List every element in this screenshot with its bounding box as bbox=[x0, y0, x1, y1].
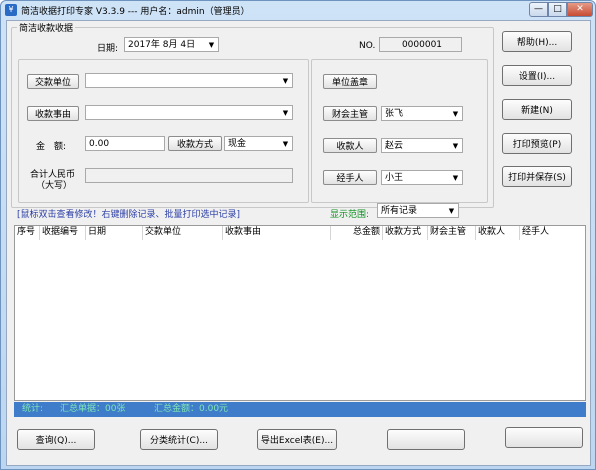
close-button[interactable]: ✕ bbox=[567, 2, 593, 17]
amount-label: 金 额: bbox=[36, 142, 67, 152]
minimize-button[interactable]: — bbox=[529, 2, 548, 17]
query-button[interactable]: 查询(Q)... bbox=[17, 429, 95, 450]
display-range-combo[interactable]: 所有记录 ▼ bbox=[377, 203, 459, 218]
display-range-value: 所有记录 bbox=[381, 206, 418, 216]
usage-hint: [鼠标双击查看修改！右键删除记录、批量打印选中记录] bbox=[17, 210, 241, 220]
chevron-down-icon[interactable]: ▼ bbox=[450, 172, 461, 184]
receipt-no-field: 0000001 bbox=[379, 37, 462, 52]
column-header[interactable]: 收据编号 bbox=[40, 226, 86, 240]
receipt-group-title: 简洁收款收据 bbox=[17, 21, 76, 34]
window-title: 简洁收据打印专家 V3.3.9 --- 用户名：admin（管理员） bbox=[21, 7, 250, 17]
receipt-no-label: NO. bbox=[359, 41, 376, 51]
chevron-down-icon[interactable]: ▼ bbox=[280, 75, 291, 87]
chevron-down-icon[interactable]: ▼ bbox=[280, 107, 291, 119]
amount-sum-summary: 汇总金额：0.00元 bbox=[154, 404, 229, 414]
column-header[interactable]: 财会主管 bbox=[428, 226, 476, 240]
payee-value: 赵云 bbox=[385, 141, 404, 151]
print-and-save-button[interactable]: 打印并保存(S) bbox=[502, 166, 572, 187]
reason-button[interactable]: 收款事由 bbox=[27, 106, 79, 121]
client-area: 简洁收款收据 日期: 2017年 8月 4日 ▼ NO. 0000001 交款单… bbox=[6, 20, 591, 466]
column-header[interactable]: 收款人 bbox=[476, 226, 520, 240]
stats-label: 统计: bbox=[22, 404, 44, 414]
payment-method-value: 现金 bbox=[228, 139, 247, 149]
chevron-down-icon[interactable]: ▼ bbox=[206, 39, 217, 51]
date-label: 日期: bbox=[97, 44, 119, 54]
obscured-button[interactable] bbox=[505, 427, 583, 448]
receipt-groupbox: 简洁收款收据 日期: 2017年 8月 4日 ▼ NO. 0000001 交款单… bbox=[11, 21, 494, 208]
amount-input[interactable]: 0.00 bbox=[85, 136, 165, 151]
payer-combo[interactable]: ▼ bbox=[85, 73, 293, 88]
payment-method-button[interactable]: 收款方式 bbox=[168, 136, 222, 151]
new-button[interactable]: 新建(N) bbox=[502, 99, 572, 120]
title-bar[interactable]: ¥ 简洁收据打印专家 V3.3.9 --- 用户名：admin（管理员） — □… bbox=[1, 1, 595, 19]
column-header[interactable]: 总金额 bbox=[331, 226, 383, 240]
chevron-down-icon[interactable]: ▼ bbox=[450, 140, 461, 152]
date-picker[interactable]: 2017年 8月 4日 ▼ bbox=[124, 37, 219, 52]
maximize-button[interactable]: □ bbox=[548, 2, 567, 17]
app-window: ¥ 简洁收据打印专家 V3.3.9 --- 用户名：admin（管理员） — □… bbox=[0, 0, 596, 470]
column-header[interactable]: 交款单位 bbox=[143, 226, 223, 240]
column-header[interactable]: 日期 bbox=[86, 226, 143, 240]
print-preview-button[interactable]: 打印预览(P) bbox=[502, 133, 572, 154]
category-stats-button[interactable]: 分类统计(C)... bbox=[140, 429, 218, 450]
finance-manager-combo[interactable]: 张飞 ▼ bbox=[381, 106, 463, 121]
total-in-words-field bbox=[85, 168, 293, 183]
handler-button[interactable]: 经手人 bbox=[323, 170, 377, 185]
total-rmb-sublabel: （大写） bbox=[36, 181, 73, 191]
finance-manager-button[interactable]: 财会主管 bbox=[323, 106, 377, 121]
column-header[interactable]: 经手人 bbox=[520, 226, 585, 240]
display-range-label: 显示范围: bbox=[330, 210, 370, 220]
export-excel-button[interactable]: 导出Excel表(E)... bbox=[257, 429, 337, 450]
seal-button[interactable]: 单位盖章 bbox=[323, 74, 377, 89]
chevron-down-icon[interactable]: ▼ bbox=[280, 138, 291, 150]
table-header: 序号 收据编号 日期 交款单位 收款事由 总金额 收款方式 财会主管 收款人 经… bbox=[15, 226, 585, 240]
summary-status-bar: 统计: 汇总单据：00张 汇总金额：0.00元 bbox=[14, 402, 586, 417]
column-header[interactable]: 收款方式 bbox=[383, 226, 428, 240]
help-button[interactable]: 帮助(H)... bbox=[502, 31, 572, 52]
chevron-down-icon[interactable]: ▼ bbox=[446, 205, 457, 217]
receipt-app-icon: ¥ bbox=[5, 4, 17, 16]
reason-combo[interactable]: ▼ bbox=[85, 105, 293, 120]
payment-method-combo[interactable]: 现金 ▼ bbox=[224, 136, 293, 151]
settings-button[interactable]: 设置(I)... bbox=[502, 65, 572, 86]
handler-combo[interactable]: 小王 ▼ bbox=[381, 170, 463, 185]
records-table[interactable]: 序号 收据编号 日期 交款单位 收款事由 总金额 收款方式 财会主管 收款人 经… bbox=[14, 225, 586, 401]
handler-value: 小王 bbox=[385, 173, 404, 183]
obscured-button[interactable] bbox=[387, 429, 465, 450]
receipt-count-summary: 汇总单据：00张 bbox=[60, 404, 126, 414]
date-value: 2017年 8月 4日 bbox=[128, 40, 196, 50]
payee-button[interactable]: 收款人 bbox=[323, 138, 377, 153]
payee-combo[interactable]: 赵云 ▼ bbox=[381, 138, 463, 153]
chevron-down-icon[interactable]: ▼ bbox=[450, 108, 461, 120]
column-header[interactable]: 序号 bbox=[15, 226, 40, 240]
column-header[interactable]: 收款事由 bbox=[223, 226, 331, 240]
payer-button[interactable]: 交款单位 bbox=[27, 74, 79, 89]
finance-manager-value: 张飞 bbox=[385, 109, 404, 119]
